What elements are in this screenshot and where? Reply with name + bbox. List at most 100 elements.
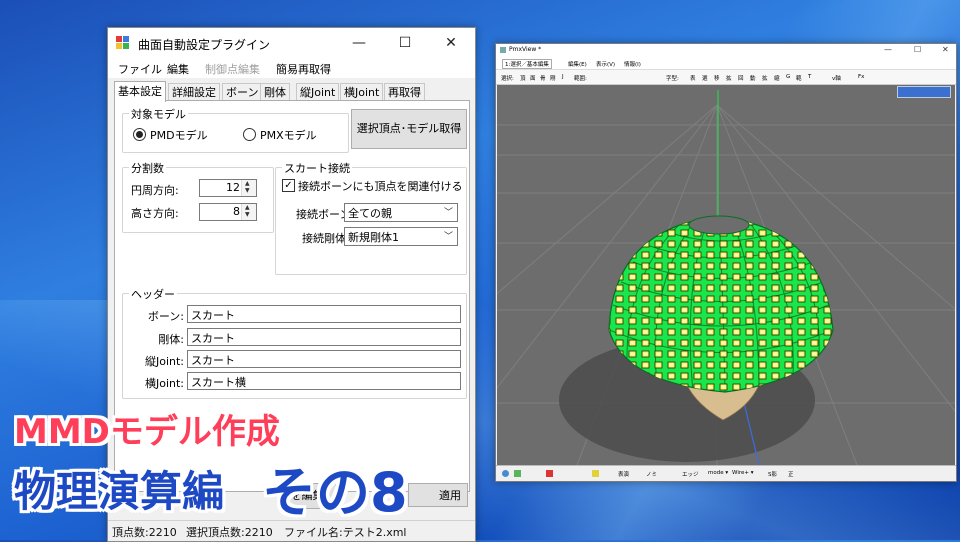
camera-controls[interactable] xyxy=(897,86,951,98)
fetch-vertices-button[interactable]: 選択頂点･モデル取得 xyxy=(351,109,467,149)
wire-select[interactable]: Wire+ ▾ xyxy=(732,470,754,476)
header-hjoint-input[interactable]: スカート横 xyxy=(187,372,461,390)
tool-face[interactable]: 面 xyxy=(530,74,536,82)
viewer-bottom-bar: 表演 ノミ エッジ mode ▾ Wire+ ▾ S影 正 xyxy=(496,465,956,481)
menu-quick-refetch[interactable]: 簡易再取得 xyxy=(276,61,331,77)
tool-show[interactable]: 表 xyxy=(690,74,696,82)
close-button[interactable]: ✕ xyxy=(428,28,474,58)
stepper-arrows[interactable]: ▲ ▼ xyxy=(241,204,256,220)
division-group: 分割数 円周方向: 12 ▲ ▼ 高さ方向: 8 ▲ ▼ xyxy=(122,160,274,233)
viewer-toolbar: 選択: 頂 面 骨 剛 J 範囲: 字型: 表 選 移 拡 回 動 拡 縮 G … xyxy=(496,70,956,85)
tab-bone[interactable]: ボーン xyxy=(222,83,263,101)
height-stepper[interactable]: 8 ▲ ▼ xyxy=(199,203,257,221)
tool-move[interactable]: 移 xyxy=(714,74,720,82)
tool-range[interactable]: 範 xyxy=(796,74,802,82)
group-title: ヘッダー xyxy=(129,286,177,302)
viewer-menu-info[interactable]: 情報(I) xyxy=(624,60,641,68)
tool-scale[interactable]: 拡 xyxy=(726,74,732,82)
toggle-normal[interactable]: ノミ xyxy=(646,470,657,478)
tool-shrink[interactable]: 縮 xyxy=(774,74,780,82)
viewer-menu-view[interactable]: 表示(V) xyxy=(596,60,615,68)
tab-detail[interactable]: 詳細設定 xyxy=(168,83,220,101)
skirt-connection-group: スカート接続 ✓ 接続ボーンにも頂点を関連付ける 接続ボーン: 全ての親 ﹀ 接… xyxy=(275,160,467,275)
tool-bone[interactable]: 骨 xyxy=(540,74,546,82)
viewport-scene xyxy=(497,90,955,465)
stepper-value: 8 xyxy=(233,205,240,218)
toggle-edge[interactable]: エッジ xyxy=(682,470,699,478)
grid-toggle-icon[interactable] xyxy=(514,470,521,477)
menu-bar: ファイル 編集 制御点編集 簡易再取得 xyxy=(108,58,475,78)
tab-refetch[interactable]: 再取得 xyxy=(384,83,425,101)
tool-motion[interactable]: 動 xyxy=(750,74,756,82)
chevron-down-icon: ﹀ xyxy=(443,232,453,242)
toggle-ortho[interactable]: 正 xyxy=(788,470,794,478)
minimize-button[interactable]: — xyxy=(336,28,382,58)
tool-select[interactable]: 選 xyxy=(702,74,708,82)
header-body-label: 剛体: xyxy=(158,333,184,346)
group-title: スカート接続 xyxy=(282,160,352,176)
tool-joint[interactable]: J xyxy=(562,74,564,80)
circumference-label: 円周方向: xyxy=(131,184,179,197)
apply-button[interactable]: 適用 xyxy=(408,483,468,507)
maximize-button[interactable]: ☐ xyxy=(914,45,921,54)
group-title: 分割数 xyxy=(129,160,166,176)
tab-vertical-joint[interactable]: 縦Joint xyxy=(296,83,340,101)
pmd-radio[interactable] xyxy=(133,128,146,141)
input-value: スカート xyxy=(191,354,235,367)
header-bone-input[interactable]: スカート xyxy=(187,305,461,323)
eye-icon[interactable] xyxy=(502,470,509,477)
menu-file[interactable]: ファイル xyxy=(118,61,162,77)
down-arrow-icon[interactable]: ▼ xyxy=(245,188,250,194)
menu-edit[interactable]: 編集 xyxy=(167,61,189,77)
maximize-button[interactable]: ☐ xyxy=(382,28,428,58)
window-title: 曲面自動設定プラグイン xyxy=(138,38,271,52)
tool-enlarge[interactable]: 拡 xyxy=(762,74,768,82)
toggle-material[interactable]: 表演 xyxy=(618,470,629,478)
connect-body-select[interactable]: 新規剛体1 ﹀ xyxy=(344,227,458,246)
input-value: スカート xyxy=(191,309,235,322)
header-vjoint-input[interactable]: スカート xyxy=(187,350,461,368)
header-group: ヘッダー ボーン: スカート 剛体: スカート 縦Joint: スカート 横Jo… xyxy=(122,286,467,399)
connect-body-label: 接続剛体: xyxy=(302,232,350,245)
select-value: 新規剛体1 xyxy=(348,231,399,244)
header-bone-label: ボーン: xyxy=(147,310,184,323)
tab-rigidbody[interactable]: 剛体 xyxy=(260,83,290,101)
pmd-radio-label: PMDモデル xyxy=(150,129,208,142)
menu-control-point-edit[interactable]: 制御点編集 xyxy=(205,61,260,77)
stepper-arrows[interactable]: ▲ ▼ xyxy=(241,180,256,196)
viewer-window: PmxView * — ☐ ✕ 1:選択／基本編集 編集(E) 表示(V) 情報… xyxy=(495,43,957,482)
select-value: 全ての親 xyxy=(348,207,392,220)
circumference-stepper[interactable]: 12 ▲ ▼ xyxy=(199,179,257,197)
viewer-title: PmxView * xyxy=(509,46,542,53)
viewer-mode-select[interactable]: 1:選択／基本編集 xyxy=(502,59,552,69)
tool-rigidbody[interactable]: 剛 xyxy=(550,74,556,82)
tool-vertex[interactable]: 頂 xyxy=(520,74,526,82)
minimize-button[interactable]: — xyxy=(884,45,892,54)
tab-horizontal-joint[interactable]: 横Joint xyxy=(340,83,384,101)
connect-bone-select[interactable]: 全ての親 ﹀ xyxy=(344,203,458,222)
tool-rotate[interactable]: 回 xyxy=(738,74,744,82)
overlay-title-line2: 物理演算編 xyxy=(14,467,225,516)
down-arrow-icon[interactable]: ▼ xyxy=(245,212,250,218)
viewer-title-bar[interactable]: PmxView * — ☐ ✕ xyxy=(496,44,956,57)
3d-viewport[interactable] xyxy=(497,85,955,465)
title-bar[interactable]: 曲面自動設定プラグイン — ☐ ✕ xyxy=(108,28,475,58)
chevron-down-icon: ﹀ xyxy=(443,208,453,218)
viewer-menu-bar: 1:選択／基本編集 編集(E) 表示(V) 情報(I) xyxy=(496,57,956,70)
tool-t[interactable]: T xyxy=(808,74,811,80)
toggle-shadow[interactable]: S影 xyxy=(768,470,777,478)
tab-basic[interactable]: 基本設定 xyxy=(114,81,166,102)
mode-select[interactable]: mode ▾ xyxy=(708,470,728,476)
close-button[interactable]: ✕ xyxy=(942,45,949,54)
tool-g[interactable]: G xyxy=(786,74,790,80)
selected-vertex-count: 選択頂点数:2210 xyxy=(186,526,273,539)
triangle-icon[interactable] xyxy=(546,470,553,477)
header-hjoint-label: 横Joint: xyxy=(144,377,184,390)
bone-toggle-icon[interactable] xyxy=(592,470,599,477)
tool-v-axis[interactable]: v軸 xyxy=(832,74,841,82)
tool-fx[interactable]: Fx xyxy=(858,74,864,80)
viewer-menu-edit[interactable]: 編集(E) xyxy=(568,60,587,68)
header-body-input[interactable]: スカート xyxy=(187,328,461,346)
associate-vertices-checkbox[interactable]: ✓ xyxy=(282,179,295,192)
pmx-radio[interactable] xyxy=(243,128,256,141)
